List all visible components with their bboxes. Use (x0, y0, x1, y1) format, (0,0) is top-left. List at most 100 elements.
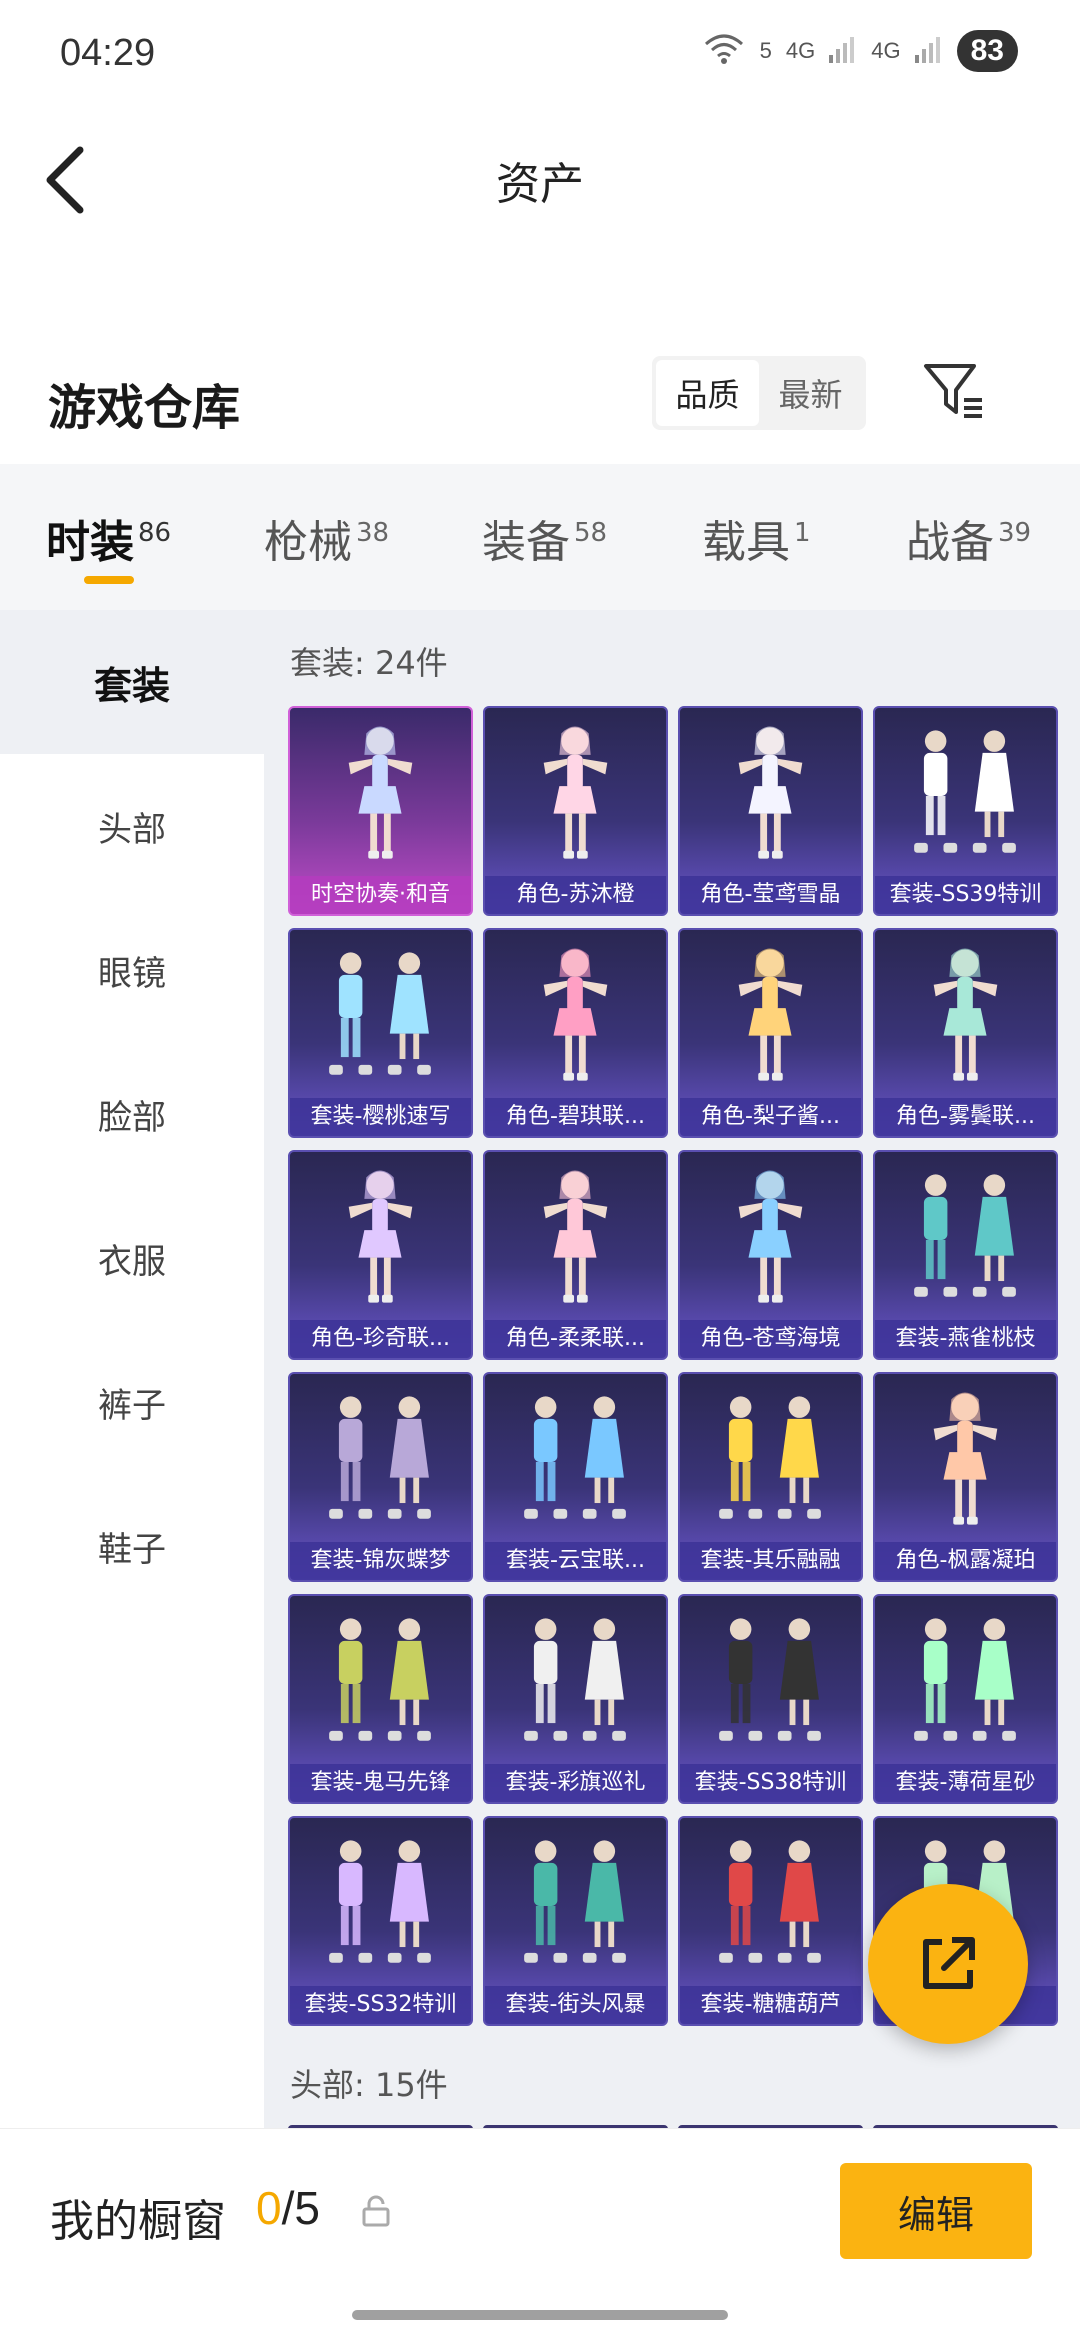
character-figure-icon (348, 1170, 413, 1303)
share-fab[interactable] (868, 1884, 1028, 2044)
item-card[interactable]: 角色-苏沐橙 (483, 706, 668, 916)
warehouse-title: 游戏仓库 (48, 380, 241, 436)
item-card[interactable]: 套装-鬼马先锋 (288, 1594, 473, 1804)
character-figure-icon (933, 1392, 998, 1525)
item-card[interactable]: 套装-燕雀桃枝 (873, 1150, 1058, 1360)
character-figure-icon (738, 726, 803, 859)
side-item-shoes[interactable]: 鞋子 (0, 1474, 264, 1618)
item-card[interactable]: 套装-糖糖葫芦 (678, 1816, 863, 2026)
item-card-label: 套装-燕雀桃枝 (875, 1320, 1056, 1358)
item-card[interactable]: 套装-SS38特训 (678, 1594, 863, 1804)
side-item-glasses[interactable]: 眼镜 (0, 898, 264, 1042)
item-card-label: 套装-云宝联... (485, 1542, 666, 1580)
item-card[interactable]: 角色-苍鸢海境 (678, 1150, 863, 1360)
item-card-label: 角色-碧琪联... (485, 1098, 666, 1136)
item-card[interactable]: 套装-SS32特训 (288, 1816, 473, 2026)
item-card-label: 角色-莹鸢雪晶 (680, 876, 861, 914)
warehouse-bar: 游戏仓库 品质 最新 (0, 340, 1080, 460)
side-item-head[interactable]: 头部 (0, 754, 264, 898)
tab-guns[interactable]: 枪械 38 (264, 506, 389, 570)
network-2-label: 4G (871, 38, 901, 63)
outfit-set-icon (524, 1840, 626, 1963)
character-figure-icon (933, 948, 998, 1081)
wifi-sub-label: 5 (759, 38, 772, 63)
outfit-set-icon (524, 1396, 626, 1519)
tab-equipment[interactable]: 装备 58 (482, 506, 607, 570)
character-figure-icon (543, 948, 608, 1081)
item-card[interactable]: 角色-莹鸢雪晶 (678, 706, 863, 916)
item-card[interactable]: 套装-樱桃速写 (288, 928, 473, 1138)
character-figure-icon (543, 726, 608, 859)
item-card-label: 套装-樱桃速写 (290, 1098, 471, 1136)
tab-supplies[interactable]: 战备 39 (906, 506, 1031, 570)
side-item-clothes[interactable]: 衣服 (0, 1186, 264, 1330)
outfit-set-icon (914, 730, 1016, 853)
tab-vehicles[interactable]: 载具 1 (702, 506, 811, 570)
item-card[interactable]: 角色-枫露凝珀 (873, 1372, 1058, 1582)
item-card[interactable]: 角色-碧琪联... (483, 928, 668, 1138)
character-figure-icon (348, 726, 413, 859)
wifi-icon (702, 30, 746, 72)
item-card[interactable]: 套装-彩旗巡礼 (483, 1594, 668, 1804)
side-item-suits[interactable]: 套装 (0, 610, 264, 754)
item-card[interactable]: 角色-珍奇联... (288, 1150, 473, 1360)
showcase-title: 我的橱窗 (50, 2196, 226, 2247)
tab-fashion[interactable]: 时装 86 (46, 506, 171, 570)
outfit-set-icon (719, 1618, 821, 1741)
item-card-label: 套装-SS39特训 (875, 876, 1056, 914)
network-1-label: 4G (785, 38, 816, 63)
active-tab-indicator (84, 576, 134, 584)
item-card[interactable]: 套装-SS39特训 (873, 706, 1058, 916)
item-card[interactable]: 套装-街头风暴 (483, 1816, 668, 2026)
item-grid: 时空协奏·和音 角色-苏沐橙 角色-莹鸢雪晶 套装-SS39特训套装-樱桃速写 角色-碧… (288, 706, 1062, 2026)
item-card[interactable]: 时空协奏·和音 (288, 706, 473, 916)
filter-icon (924, 364, 982, 418)
showcase-bar: 我的橱窗 0/5 编辑 (0, 2128, 1080, 2296)
item-card[interactable]: 套装-其乐融融 (678, 1372, 863, 1582)
item-card-label: 套装-SS32特训 (290, 1986, 471, 2024)
item-card-label: 套装-SS38特训 (680, 1764, 861, 1802)
item-card-label: 角色-雾鬓联... (875, 1098, 1056, 1136)
category-tabs: 时装 86 枪械 38 装备 58 载具 1 战备 39 (0, 464, 1080, 610)
item-card-label: 角色-苏沐橙 (485, 876, 666, 914)
section-title-suits: 套装: 24件 (290, 644, 448, 682)
page-title: 资产 (496, 159, 584, 210)
sub-category-menu: 套装 头部 眼镜 脸部 衣服 裤子 鞋子 (0, 610, 264, 2130)
filter-button[interactable] (922, 358, 986, 422)
item-card-label: 套装-彩旗巡礼 (485, 1764, 666, 1802)
edit-button[interactable]: 编辑 (840, 2163, 1032, 2259)
status-bar: 04:29 5 4G 4G 83 (0, 0, 1080, 110)
signal-1-icon (829, 33, 857, 69)
item-card-label: 套装-薄荷星砂 (875, 1764, 1056, 1802)
item-card-label: 时空协奏·和音 (290, 876, 471, 914)
item-card-label: 套装-街头风暴 (485, 1986, 666, 2024)
side-item-pants[interactable]: 裤子 (0, 1330, 264, 1474)
signal-2-icon (914, 33, 943, 69)
item-card[interactable]: 套装-锦灰蝶梦 (288, 1372, 473, 1582)
outfit-set-icon (524, 1618, 626, 1741)
outfit-set-icon (914, 1618, 1016, 1741)
item-card-label: 角色-柔柔联... (485, 1320, 666, 1358)
character-figure-icon (738, 1170, 803, 1303)
item-card[interactable]: 套装-云宝联... (483, 1372, 668, 1582)
item-card-label: 角色-珍奇联... (290, 1320, 471, 1358)
outfit-set-icon (329, 1618, 431, 1741)
item-card-label: 套装-鬼马先锋 (290, 1764, 471, 1802)
item-card[interactable]: 角色-雾鬓联... (873, 928, 1058, 1138)
sort-newest-button[interactable]: 最新 (759, 360, 862, 426)
sort-toggle: 品质 最新 (652, 356, 866, 430)
section-title-head: 头部: 15件 (290, 2066, 448, 2104)
page-header: 资产 (0, 110, 1080, 240)
external-link-icon (923, 1937, 975, 1989)
side-item-face[interactable]: 脸部 (0, 1042, 264, 1186)
item-card-label: 角色-梨子酱... (680, 1098, 861, 1136)
outfit-set-icon (719, 1840, 821, 1963)
item-card[interactable]: 角色-柔柔联... (483, 1150, 668, 1360)
item-card[interactable]: 角色-梨子酱... (678, 928, 863, 1138)
item-card[interactable]: 套装-薄荷星砂 (873, 1594, 1058, 1804)
sort-quality-button[interactable]: 品质 (656, 360, 759, 426)
item-card-label: 套装-锦灰蝶梦 (290, 1542, 471, 1580)
battery-badge: 83 (956, 30, 1018, 72)
outfit-set-icon (329, 952, 431, 1075)
home-indicator[interactable] (352, 2310, 728, 2320)
